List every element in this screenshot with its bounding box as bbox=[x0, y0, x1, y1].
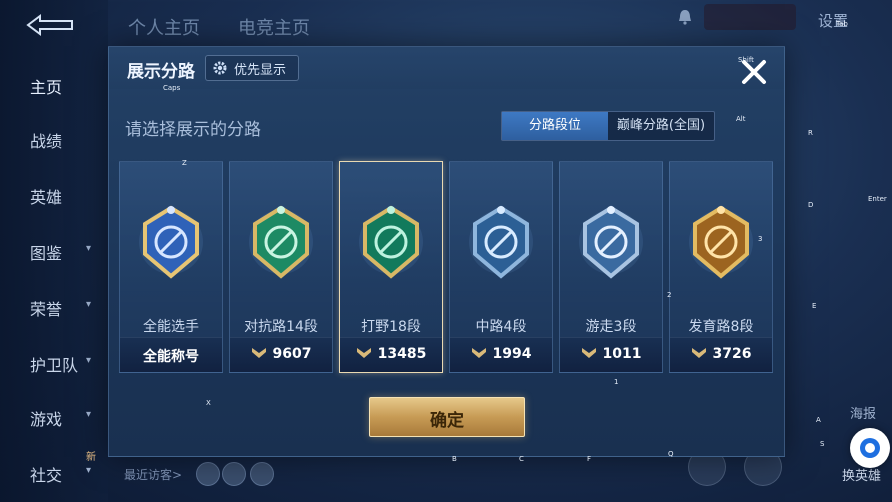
tab-peak-lane-national[interactable]: 巅峰分路(全国) bbox=[608, 112, 714, 140]
key-hint-label: A bbox=[816, 416, 821, 424]
key-hint-label: 1 bbox=[614, 378, 619, 386]
lane-card-score: 全能称号 bbox=[120, 346, 222, 366]
sidebar-item-label: 战绩 bbox=[30, 132, 63, 151]
back-arrow-icon[interactable] bbox=[22, 12, 78, 38]
poster-button[interactable]: 海报 bbox=[850, 403, 876, 422]
chevron-down-icon: ▾ bbox=[86, 409, 92, 420]
key-hint-label: D bbox=[808, 201, 814, 209]
lane-card-name: 发育路8段 bbox=[688, 319, 754, 335]
lane-card[interactable]: 中路4段 1994 bbox=[449, 161, 553, 373]
key-hint-label: 3 bbox=[758, 235, 763, 243]
clash-lane-badge-icon bbox=[247, 202, 315, 282]
lane-card-name: 打野18段 bbox=[361, 319, 421, 335]
key-hint-label: Shift bbox=[738, 56, 754, 64]
key-hint-label: C bbox=[519, 455, 524, 463]
lane-display-dialog: 展示分路 优先显示 请选择展示的分路 分路段位 巅峰分路(全国) 全能选手全能称… bbox=[108, 46, 785, 457]
peak-points-icon bbox=[581, 347, 597, 359]
peak-points-icon bbox=[356, 347, 372, 359]
lane-card[interactable]: 对抗路14段 9607 bbox=[229, 161, 333, 373]
dialog-subtitle: 请选择展示的分路 bbox=[125, 120, 261, 140]
lane-card-score-value: 全能称号 bbox=[143, 349, 199, 365]
lane-card-name: 中路4段 bbox=[475, 319, 527, 335]
assistant-icon bbox=[860, 438, 880, 458]
sidebar-item-label: 社交 bbox=[30, 466, 63, 485]
new-badge: 新 bbox=[86, 452, 96, 463]
all-round-badge-icon bbox=[137, 202, 205, 282]
key-hint-label: R bbox=[808, 129, 813, 137]
peak-points-icon bbox=[251, 347, 267, 359]
key-hint-label: E bbox=[812, 302, 817, 310]
priority-display-label: 优先显示 bbox=[234, 63, 287, 78]
peak-points-icon bbox=[691, 347, 707, 359]
key-hint-label: Tab bbox=[836, 20, 848, 28]
roam-badge-icon bbox=[577, 202, 645, 282]
switch-hero-button[interactable]: 换英雄 bbox=[842, 465, 881, 484]
jungle-badge-icon bbox=[357, 202, 425, 282]
lane-card-score-value: 9607 bbox=[272, 346, 312, 362]
key-hint-label: B bbox=[452, 455, 457, 463]
visitor-avatar[interactable] bbox=[222, 462, 246, 486]
lane-card-name: 全能选手 bbox=[143, 319, 199, 335]
visitor-avatar[interactable] bbox=[250, 462, 274, 486]
visitor-avatar[interactable] bbox=[196, 462, 220, 486]
tab-esports-home[interactable]: 电竞主页 bbox=[238, 14, 310, 40]
lane-card-score-value: 1011 bbox=[602, 346, 642, 362]
lane-card[interactable]: 游走3段 1011 bbox=[559, 161, 663, 373]
chevron-down-icon: ▾ bbox=[86, 299, 92, 310]
confirm-label: 确定 bbox=[430, 411, 464, 431]
chevron-down-icon: ▾ bbox=[86, 243, 92, 254]
lane-card-name: 对抗路14段 bbox=[244, 319, 318, 335]
lane-card-score: 1011 bbox=[560, 346, 662, 362]
lane-card[interactable]: 发育路8段 3726 bbox=[669, 161, 773, 373]
key-hint-label: X bbox=[206, 399, 211, 407]
chevron-down-icon: ▾ bbox=[86, 465, 92, 476]
lane-card-score-value: 13485 bbox=[377, 346, 427, 362]
mid-lane-badge-icon bbox=[467, 202, 535, 282]
sidebar-item-label: 护卫队 bbox=[30, 356, 79, 375]
lane-card[interactable]: 全能选手 全能称号 bbox=[119, 161, 223, 373]
key-hint-label: S bbox=[820, 440, 825, 448]
chevron-down-icon: ▾ bbox=[86, 355, 92, 366]
lane-card-footer: 9607 bbox=[230, 337, 332, 372]
confirm-button[interactable]: 确定 bbox=[369, 397, 525, 437]
peak-points-icon bbox=[471, 347, 487, 359]
recent-visitors-label[interactable]: 最近访客> bbox=[124, 466, 182, 483]
key-hint-label: Enter bbox=[868, 195, 887, 203]
farm-lane-badge-icon bbox=[687, 202, 755, 282]
sidebar-item-label: 荣誉 bbox=[30, 300, 63, 319]
sidebar-item-label: 英雄 bbox=[30, 188, 63, 207]
lane-card-score-value: 1994 bbox=[492, 346, 532, 362]
lane-card-score: 13485 bbox=[340, 346, 442, 362]
lane-card-footer: 全能称号 bbox=[120, 337, 222, 372]
key-hint-label: F bbox=[587, 455, 592, 463]
key-hint-label: Z bbox=[182, 159, 187, 167]
sidebar-item-label: 主页 bbox=[30, 78, 63, 97]
key-hint-label: Alt bbox=[736, 115, 746, 123]
tab-personal-home[interactable]: 个人主页 bbox=[128, 14, 200, 40]
lane-mode-switch: 分路段位 巅峰分路(全国) bbox=[501, 111, 715, 141]
notice-banner[interactable] bbox=[704, 4, 796, 30]
lane-card-name: 游走3段 bbox=[585, 319, 637, 335]
sidebar-item-label: 游戏 bbox=[30, 410, 63, 429]
lane-card-footer: 13485 bbox=[340, 337, 442, 372]
lane-card-score-value: 3726 bbox=[712, 346, 752, 362]
dialog-title: 展示分路 bbox=[127, 62, 195, 82]
lane-card-score: 1994 bbox=[450, 346, 552, 362]
sidebar-item-label: 图鉴 bbox=[30, 244, 63, 263]
key-hint-label: 2 bbox=[667, 291, 672, 299]
lane-card-list: 全能选手 全能称号 对抗路14段 9607 打野18段 13485 中路4段 1994 游走3段… bbox=[119, 161, 775, 373]
tab-lane-rank[interactable]: 分路段位 bbox=[502, 112, 608, 140]
assistant-float-button[interactable] bbox=[850, 428, 890, 468]
lane-card-score: 9607 bbox=[230, 346, 332, 362]
gear-icon bbox=[213, 61, 227, 75]
lane-card-footer: 1994 bbox=[450, 337, 552, 372]
lane-card-footer: 1011 bbox=[560, 337, 662, 372]
key-hint-label: Q bbox=[668, 450, 674, 458]
lane-card[interactable]: 打野18段 13485 bbox=[339, 161, 443, 373]
lane-card-footer: 3726 bbox=[670, 337, 772, 372]
lane-card-score: 3726 bbox=[670, 346, 772, 362]
bell-icon[interactable] bbox=[676, 8, 694, 26]
key-hint-label: Caps bbox=[163, 84, 181, 92]
priority-display-button[interactable]: 优先显示 bbox=[205, 55, 299, 81]
